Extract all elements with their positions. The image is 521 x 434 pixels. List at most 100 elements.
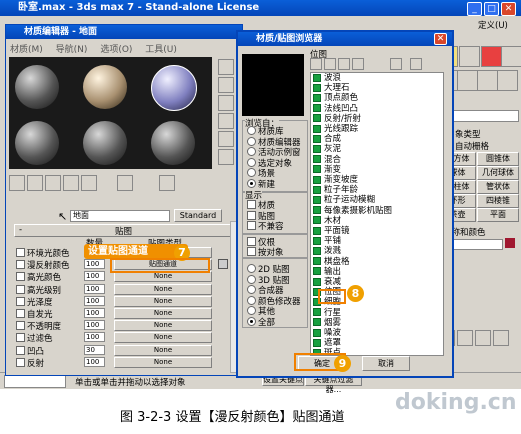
menu-tools[interactable]: 工具(U) [145, 45, 177, 55]
hierarchy-tab-icon[interactable] [481, 46, 502, 67]
motion-tab-icon[interactable] [501, 46, 521, 67]
minimize-button[interactable]: _ [467, 2, 482, 16]
nav-pan-icon[interactable] [457, 330, 473, 346]
make-preview-icon[interactable] [218, 149, 234, 165]
radio-button[interactable] [247, 264, 256, 273]
sample-sphere[interactable] [83, 121, 127, 165]
map-row-checkbox[interactable] [16, 260, 25, 270]
map-row-amount[interactable]: 100 [84, 320, 105, 331]
radio-button[interactable] [247, 147, 256, 156]
map-row-amount[interactable]: 100 [84, 308, 105, 318]
map-row-checkbox[interactable] [16, 345, 25, 355]
sample-sphere[interactable] [15, 121, 59, 165]
map-row-checkbox[interactable] [16, 357, 25, 367]
map-row-amount[interactable]: 100 [84, 271, 105, 282]
checkbox[interactable] [247, 247, 256, 256]
map-row-amount[interactable]: 100 [84, 283, 105, 294]
maxscript-listener[interactable] [4, 375, 66, 388]
map-row-checkbox[interactable] [16, 272, 25, 282]
checkbox[interactable] [247, 237, 256, 246]
radio-button[interactable] [247, 168, 256, 177]
lock-icon[interactable] [218, 259, 228, 269]
tube-button[interactable]: 管状体 [477, 180, 519, 194]
map-list-item[interactable]: 顶点颜色 [311, 93, 358, 104]
menu-material[interactable]: 材质(M) [10, 45, 43, 55]
auto-grid-label[interactable]: 自动栅格 [455, 140, 489, 152]
map-row-checkbox[interactable] [16, 284, 25, 294]
map-row-amount[interactable]: 100 [84, 332, 105, 343]
maximize-button[interactable]: □ [484, 2, 499, 16]
background-icon[interactable] [218, 95, 234, 111]
radio-button[interactable] [247, 316, 256, 326]
map-list-item[interactable]: 行星 [311, 308, 341, 319]
view-large-icons-icon[interactable] [352, 58, 364, 70]
sample-type-icon[interactable] [218, 59, 234, 75]
video-check-icon[interactable] [218, 131, 234, 147]
map-list-item[interactable]: 灰泥 [311, 144, 341, 155]
object-color-swatch[interactable] [505, 238, 515, 248]
map-row-amount[interactable]: 100 [84, 356, 105, 367]
lights-icon[interactable] [477, 70, 498, 91]
cameras-icon[interactable] [497, 70, 518, 91]
checkbox[interactable] [247, 221, 256, 230]
view-list-icons-icon[interactable] [324, 58, 336, 70]
checkbox[interactable] [247, 200, 256, 209]
map-row-checkbox[interactable] [16, 296, 25, 306]
map-row-checkbox[interactable] [16, 309, 25, 318]
sample-sphere[interactable] [15, 65, 59, 109]
map-browser-close[interactable]: ✕ [434, 33, 447, 45]
backlight-icon[interactable] [218, 77, 234, 93]
map-list-item[interactable]: 反射/折射 [311, 114, 361, 125]
map-list-item[interactable]: 粒子运动模糊 [311, 195, 375, 206]
view-list-icon[interactable] [310, 58, 322, 70]
menu-navigation[interactable]: 导航(N) [56, 45, 88, 55]
map-row-map-button[interactable]: None [114, 344, 212, 356]
delete-icon[interactable] [410, 58, 422, 70]
map-list-item[interactable]: 法线凹凸 [311, 104, 358, 115]
map-row-map-button[interactable]: None [114, 320, 212, 332]
checkbox[interactable] [247, 210, 256, 220]
cone-button[interactable]: 圆锥体 [477, 152, 519, 166]
radio-button[interactable] [247, 274, 256, 284]
map-list-item[interactable]: 烟雾 [311, 318, 341, 329]
map-list-item[interactable]: 棋盘格 [311, 257, 350, 268]
map-row-checkbox[interactable] [16, 321, 25, 331]
map-row-amount[interactable]: 100 [84, 259, 105, 270]
material-name-field[interactable]: 地面 [70, 210, 170, 222]
nav-orbit-icon[interactable] [475, 330, 491, 346]
reset-map-icon[interactable] [63, 175, 79, 191]
assign-material-icon[interactable] [45, 175, 61, 191]
material-type-button[interactable]: Standard [174, 209, 222, 222]
go-parent-icon[interactable] [159, 175, 175, 191]
close-button[interactable]: ✕ [501, 2, 516, 16]
map-row-map-button[interactable]: None [114, 356, 212, 368]
radio-button[interactable] [247, 306, 256, 315]
map-row-map-button[interactable]: None [114, 271, 212, 283]
map-list-item[interactable]: 混合 [311, 155, 341, 166]
copy-material-icon[interactable] [81, 175, 97, 191]
show-map-icon[interactable] [117, 175, 133, 191]
radio-button[interactable] [247, 178, 256, 188]
radio-button[interactable] [247, 136, 256, 146]
menu-options[interactable]: 选项(O) [100, 45, 132, 55]
map-row-amount[interactable]: 30 [84, 344, 105, 355]
map-list-item[interactable]: 木材 [311, 216, 341, 227]
map-row-map-button[interactable]: None [114, 308, 212, 319]
plane-button[interactable]: 平面 [477, 208, 519, 222]
pyramid-button[interactable]: 四棱锥 [477, 194, 519, 208]
map-row-map-button[interactable]: None [114, 332, 212, 344]
map-list-item[interactable]: 渐变 [311, 165, 341, 176]
map-list-item[interactable]: 输出 [311, 267, 341, 278]
modify-tab-icon[interactable] [459, 46, 480, 67]
sample-sphere[interactable] [83, 65, 127, 109]
radio-button[interactable] [247, 157, 256, 167]
sample-sphere[interactable] [151, 121, 195, 165]
map-list-item[interactable]: 每像素摄影机贴图 [311, 206, 392, 217]
put-to-scene-icon[interactable] [27, 175, 43, 191]
pick-material-icon[interactable]: ↖ [58, 210, 67, 223]
map-row-amount[interactable]: 100 [84, 295, 105, 306]
nav-max-icon[interactable] [493, 330, 509, 346]
shapes-icon[interactable] [457, 70, 478, 91]
category-dropdown[interactable] [443, 110, 519, 122]
radio-button[interactable] [247, 285, 256, 294]
